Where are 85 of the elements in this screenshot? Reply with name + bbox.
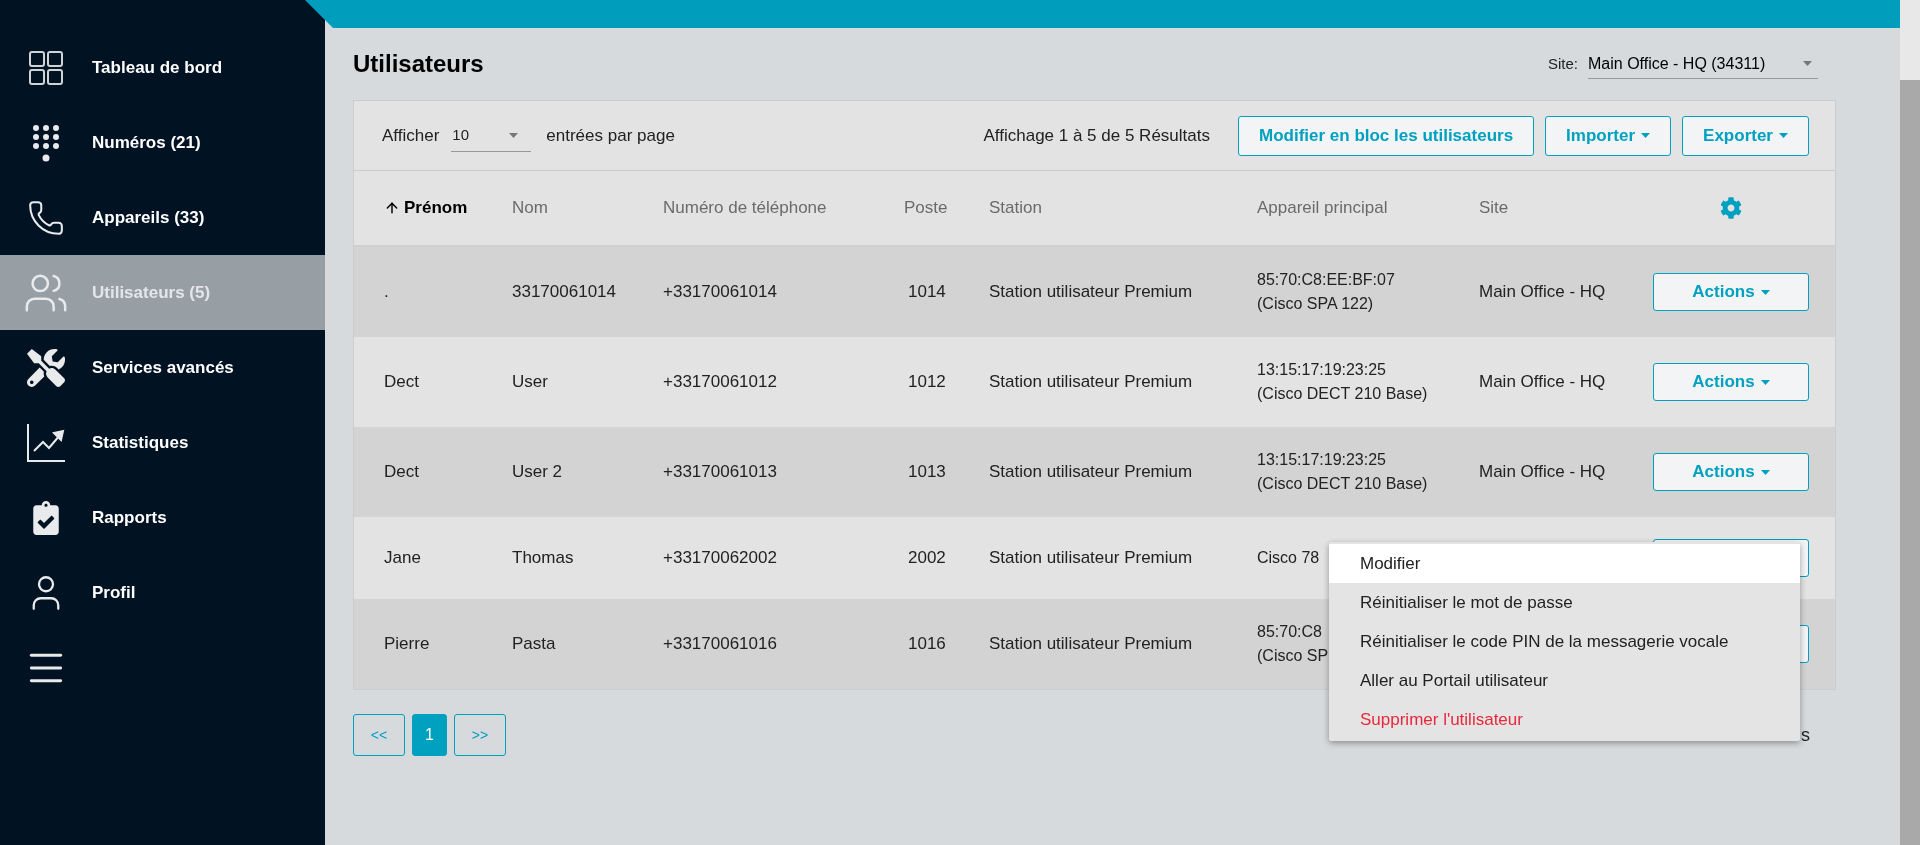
table-cell-text: User (512, 371, 548, 394)
caret-icon (509, 132, 519, 138)
column-header[interactable]: Numéro de téléphone (663, 195, 904, 221)
table-cell-text: +33170062002 (663, 547, 777, 570)
table-cell-text: (Cisco DECT 210 Base) (1257, 474, 1428, 494)
last-page-button[interactable]: >> (454, 714, 506, 756)
table-cell-text: . (384, 281, 389, 304)
sidebar-item[interactable]: Tableau de bord (0, 30, 325, 105)
table-cell-text: +33170061012 (663, 371, 777, 394)
table-cell-text: +33170061016 (663, 633, 777, 656)
results-summary: Affichage 1 à 5 de 5 Résultats (983, 124, 1210, 147)
table-cell: Main Office - HQ (1479, 282, 1606, 302)
sidebar-item[interactable]: Profil (0, 555, 325, 630)
table-cell-text: 1016 (907, 633, 946, 656)
sidebar-item[interactable]: Statistiques (0, 405, 325, 480)
table-cell-text: 13:15:17:19:23:25 (1257, 450, 1386, 470)
toolbar-button[interactable]: Modifier en bloc les utilisateurs (1238, 115, 1535, 156)
table-cell-text: User 2 (512, 461, 563, 484)
caret-icon (1760, 379, 1770, 385)
sidebar-item[interactable]: Appareils (33) (0, 180, 325, 255)
show-label: Afficher (382, 124, 440, 147)
caret-icon (1641, 133, 1651, 138)
column-header[interactable]: Appareil principal (1257, 195, 1479, 221)
menu-item[interactable]: Modifier (1329, 544, 1800, 583)
table-cell-text: Station utilisateur Premium (989, 281, 1193, 304)
site-label: Site: (1548, 53, 1578, 74)
column-header[interactable]: Prénom (384, 195, 512, 221)
caret-icon (1760, 289, 1770, 295)
page-button[interactable]: 1 (412, 714, 447, 756)
table-cell-text: +33170061014 (663, 281, 777, 304)
table-cell-text: Pasta (512, 633, 556, 656)
column-header[interactable]: Nom (512, 195, 663, 221)
per-page-label: entrées par page (546, 124, 675, 147)
table-cell-text: Station utilisateur Premium (989, 461, 1193, 484)
tools-icon (27, 348, 65, 387)
menu-item[interactable]: Supprimer l'utilisateur (1329, 700, 1800, 739)
table-cell-text: (Cisco SP (1257, 646, 1329, 666)
table-cell-text: 1012 (907, 371, 946, 394)
table-cell-text: +33170061013 (663, 461, 777, 484)
table-cell-text: 2002 (907, 547, 946, 570)
sidebar-item[interactable]: Services avancés (0, 330, 325, 405)
toolbar-button[interactable]: Exporter (1682, 115, 1809, 156)
dialpad-icon (31, 123, 61, 162)
sidebar-item[interactable]: Rapports (0, 480, 325, 555)
site-select[interactable]: Main Office - HQ (34311) (1588, 49, 1818, 79)
table-cell-text: Station utilisateur Premium (989, 371, 1193, 394)
table-cell: Main Office - HQ (1479, 372, 1606, 392)
actions-button[interactable]: Actions (1653, 363, 1809, 401)
table-cell-text: 85:70:C8 (1257, 622, 1322, 642)
caret-icon (1760, 469, 1770, 475)
table-cell-text: (Cisco DECT 210 Base) (1257, 384, 1428, 404)
page-title: Utilisateurs (353, 49, 484, 79)
caret-icon (1803, 61, 1812, 66)
grid-icon (29, 50, 63, 85)
table-cell-text: 1014 (907, 281, 946, 304)
column-header[interactable]: Site (1479, 195, 1653, 221)
pagination-summary: s (1801, 723, 1810, 747)
table-cell-text: 13:15:17:19:23:25 (1257, 360, 1386, 380)
table-cell-text: Station utilisateur Premium (989, 547, 1193, 570)
first-page-button[interactable]: << (353, 714, 405, 756)
toolbar-button[interactable]: Importer (1545, 115, 1672, 156)
table-cell-text: Cisco 78 (1257, 548, 1320, 568)
column-header[interactable]: Station (989, 195, 1257, 221)
table-cell-text: Dect (384, 461, 419, 484)
table-cell-text: Jane (384, 547, 421, 570)
table-cell-text: Thomas (512, 547, 574, 570)
table-cell-text: Station utilisateur Premium (989, 633, 1193, 656)
table-cell-text: (Cisco SPA 122) (1257, 294, 1374, 314)
table-cell-text: Pierre (384, 633, 430, 656)
page-size-select[interactable]: 10 (451, 119, 532, 152)
menu-item[interactable]: Réinitialiser le mot de passe (1329, 583, 1800, 622)
caret-icon (1779, 133, 1788, 138)
sidebar-item[interactable]: Numéros (21) (0, 105, 325, 180)
table-cell-text: Dect (384, 371, 419, 394)
actions-button[interactable]: Actions (1653, 453, 1809, 491)
column-header[interactable]: Poste (904, 195, 989, 221)
phone-icon (27, 198, 65, 237)
actions-button[interactable]: Actions (1653, 273, 1809, 311)
menu-item[interactable]: Aller au Portail utilisateur (1329, 661, 1800, 700)
menu-item[interactable]: Réinitialiser le code PIN de la messagerie vocale (1329, 622, 1800, 661)
line-chart-icon (26, 422, 66, 463)
table-cell-text: 1013 (907, 461, 946, 484)
table-cell: Main Office - HQ (1479, 462, 1606, 482)
table-cell-text: 85:70:C8:EE:BF:07 (1257, 270, 1395, 290)
table-cell-text: 33170061014 (512, 281, 616, 304)
